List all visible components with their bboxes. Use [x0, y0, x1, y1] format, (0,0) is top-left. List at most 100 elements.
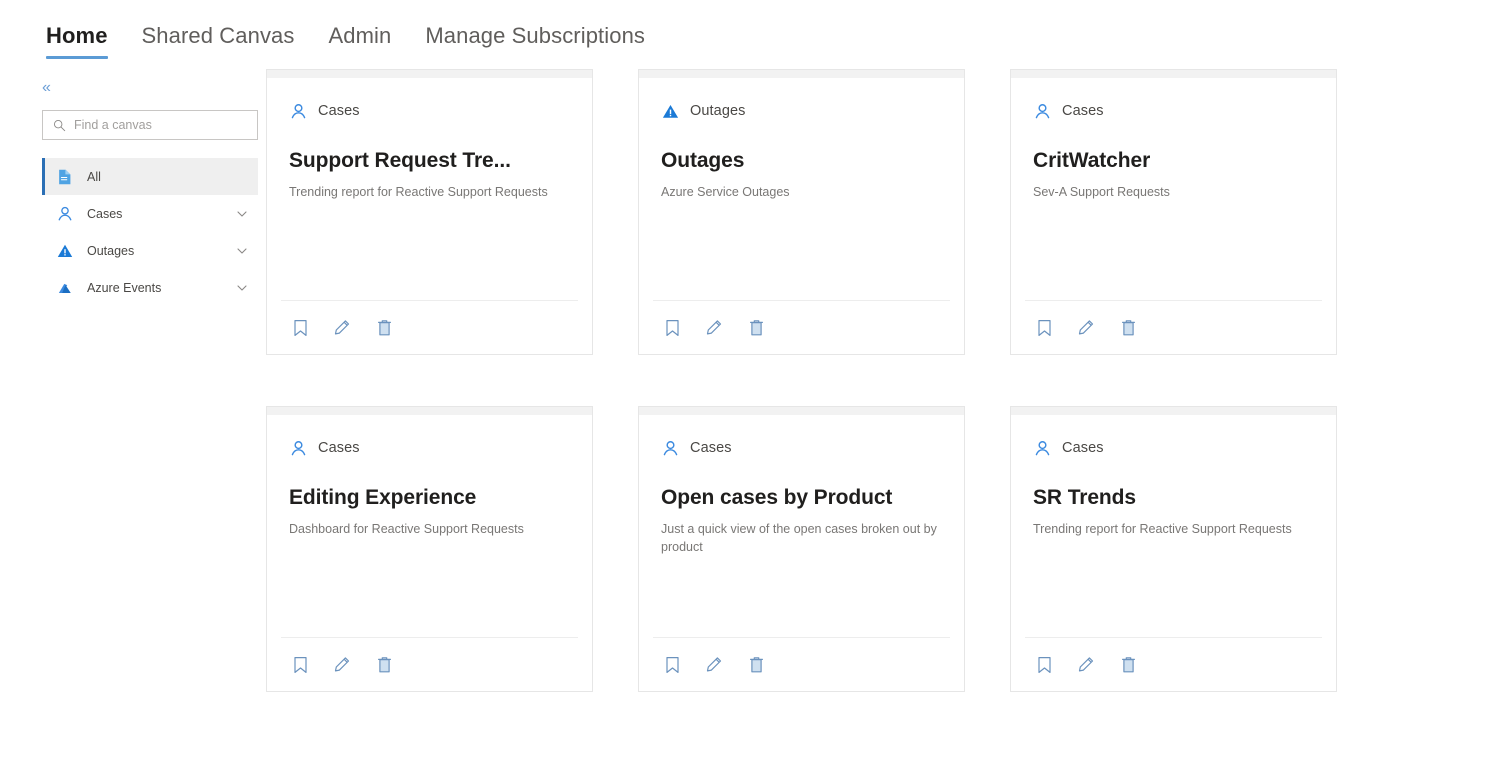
card-category: Cases [289, 437, 570, 459]
card-top-strip [266, 406, 593, 415]
sidebar-item-cases-label: Cases [87, 206, 123, 221]
card-category: Cases [289, 100, 570, 122]
card-spacer [1033, 201, 1314, 300]
edit-button[interactable] [703, 654, 725, 676]
bookmark-button[interactable] [661, 654, 683, 676]
pencil-icon [706, 319, 722, 334]
canvas-card[interactable]: Cases Editing Experience Dashboard for R… [266, 406, 593, 692]
bookmark-button[interactable] [289, 654, 311, 676]
bookmark-button[interactable] [1033, 654, 1055, 676]
card-category: Cases [661, 437, 942, 459]
pencil-icon [1078, 656, 1094, 671]
card-content: Cases Open cases by Product Just a quick… [639, 415, 964, 637]
card-actions [653, 637, 950, 691]
delete-button[interactable] [373, 317, 395, 339]
card-category-label: Cases [1062, 103, 1104, 119]
card-description: Azure Service Outages [661, 185, 790, 199]
tab-shared-canvas[interactable]: Shared Canvas [142, 22, 295, 59]
sidebar-item-outages-label: Outages [87, 243, 135, 258]
tab-manage-subscriptions-label: Manage Subscriptions [425, 23, 646, 48]
chevron-down-icon[interactable] [236, 245, 248, 257]
card-spacer [661, 556, 942, 637]
card-description: Sev-A Support Requests [1033, 185, 1170, 199]
card-actions [653, 300, 950, 354]
chevron-down-icon[interactable] [236, 208, 248, 220]
bookmark-icon [1037, 656, 1051, 673]
person-icon [58, 206, 72, 220]
bookmark-button[interactable] [1033, 317, 1055, 339]
card-top-strip [638, 69, 965, 78]
card-category-label: Cases [690, 440, 732, 456]
bookmark-icon [665, 319, 679, 336]
trash-icon [377, 656, 391, 672]
canvas-card[interactable]: Cases Support Request Tre... Trending re… [266, 69, 593, 355]
card-description: Trending report for Reactive Support Req… [1033, 522, 1292, 536]
tab-home[interactable]: Home [46, 22, 108, 59]
edit-button[interactable] [1075, 317, 1097, 339]
search-icon [54, 119, 66, 131]
canvas-card[interactable]: Cases CritWatcher Sev-A Support Requests [1010, 69, 1337, 355]
canvas-card[interactable]: Outages Outages Azure Service Outages [638, 69, 965, 355]
person-icon [291, 440, 306, 455]
pencil-icon [334, 656, 350, 671]
collapse-sidebar-button[interactable]: « [42, 80, 62, 100]
sidebar-item-all-label: All [87, 169, 101, 184]
search-input[interactable] [74, 118, 249, 132]
canvas-card[interactable]: Cases Open cases by Product Just a quick… [638, 406, 965, 692]
trash-icon [1121, 656, 1135, 672]
card-actions [1025, 637, 1322, 691]
tab-manage-subscriptions[interactable]: Manage Subscriptions [425, 22, 645, 59]
card-category: Cases [1033, 437, 1314, 459]
card-spacer [1033, 538, 1314, 637]
sidebar-item-azure-events[interactable]: Azure Events [42, 269, 258, 306]
pencil-icon [1078, 319, 1094, 334]
person-icon [1035, 440, 1050, 455]
card-content: Cases CritWatcher Sev-A Support Requests [1011, 78, 1336, 300]
bookmark-icon [293, 319, 307, 336]
edit-button[interactable] [331, 317, 353, 339]
delete-button[interactable] [1117, 654, 1139, 676]
sidebar-item-all[interactable]: All [42, 158, 258, 195]
card-category: Outages [661, 100, 942, 122]
sidebar-nav-list: All Cases Outages Azure Events [42, 158, 258, 306]
bookmark-icon [293, 656, 307, 673]
azure-icon [58, 283, 71, 293]
page-body: « All Cas [0, 66, 1500, 780]
card-category: Cases [1033, 100, 1314, 122]
delete-button[interactable] [745, 654, 767, 676]
document-icon [59, 169, 71, 184]
card-title: Open cases by Product [661, 486, 893, 509]
card-category-label: Cases [318, 103, 360, 119]
card-category-label: Cases [318, 440, 360, 456]
card-description: Dashboard for Reactive Support Requests [289, 522, 524, 536]
sidebar-item-azure-events-label: Azure Events [87, 280, 162, 295]
bookmark-icon [1037, 319, 1051, 336]
card-spacer [289, 201, 570, 300]
edit-button[interactable] [1075, 654, 1097, 676]
person-icon [291, 103, 306, 118]
card-category-label: Outages [690, 103, 746, 119]
warning-triangle-icon [662, 104, 679, 118]
card-actions [1025, 300, 1322, 354]
edit-button[interactable] [331, 654, 353, 676]
delete-button[interactable] [1117, 317, 1139, 339]
bookmark-button[interactable] [289, 317, 311, 339]
sidebar-item-cases[interactable]: Cases [42, 195, 258, 232]
delete-button[interactable] [373, 654, 395, 676]
sidebar-item-outages[interactable]: Outages [42, 232, 258, 269]
card-description: Trending report for Reactive Support Req… [289, 185, 548, 199]
bookmark-button[interactable] [661, 317, 683, 339]
card-spacer [661, 201, 942, 300]
card-title: SR Trends [1033, 486, 1136, 509]
double-chevron-left-icon: « [42, 79, 51, 96]
card-title: Outages [661, 149, 745, 172]
warning-triangle-icon [57, 244, 73, 257]
delete-button[interactable] [745, 317, 767, 339]
tab-admin[interactable]: Admin [328, 22, 391, 59]
card-spacer [289, 538, 570, 637]
search-canvas-box[interactable] [42, 110, 258, 140]
canvas-card[interactable]: Cases SR Trends Trending report for Reac… [1010, 406, 1337, 692]
card-top-strip [266, 69, 593, 78]
chevron-down-icon[interactable] [236, 282, 248, 294]
edit-button[interactable] [703, 317, 725, 339]
